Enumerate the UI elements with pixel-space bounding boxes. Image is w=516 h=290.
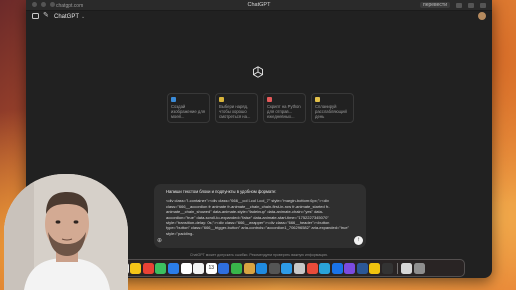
suggestion-text: Спланируй расслабляющий день [315,104,347,119]
dock-app-icon-3[interactable] [142,262,154,274]
dock-mid-app-icon-6[interactable] [293,262,305,274]
prompt-first-line: Напиши текстом блоки и подпункты в удобн… [166,189,277,194]
new-chat-icon[interactable]: ✎ [43,12,49,20]
dock-mid-app-icon-11[interactable] [356,262,368,274]
macos-dock: 13 [100,259,465,277]
dock-right-app-icon-0[interactable] [401,262,413,274]
suggestion-card[interactable]: Скрипт на Python для отправ... ежедневны… [263,93,306,123]
dock-app-icon-7[interactable] [193,262,205,274]
dock-mid-app-icon-0[interactable] [218,262,230,274]
browser-titlebar: chatgpt.com ChatGPT перевести [26,0,492,11]
suggestion-card[interactable]: Выбери наряд, чтобы хорошо смотреться на… [215,93,258,123]
dock-mid-app-icon-10[interactable] [344,262,356,274]
suggestion-card[interactable]: Создай изображение для моей... [167,93,210,123]
suggestion-card[interactable]: Спланируй расслабляющий день [311,93,354,123]
openai-logo-icon [252,66,264,78]
suggestion-text: Выбери наряд, чтобы хорошо смотреться на… [219,104,251,119]
dock-app-icon-4[interactable] [155,262,167,274]
dock-app-icon-5[interactable] [167,262,179,274]
extension-icon[interactable] [456,2,462,8]
suggestion-icon [219,97,224,102]
composer-text[interactable]: Напиши текстом блоки и подпункты в удобн… [166,189,352,236]
avatar[interactable] [478,12,486,20]
dock-mid-app-icon-8[interactable] [319,262,331,274]
app-header: ✎ ChatGPT ⌄ [26,11,492,23]
webcam-overlay [4,174,128,290]
dock-mid-app-icon-13[interactable] [382,262,394,274]
dock-mid-app-icon-1[interactable] [230,262,242,274]
sidebar-toggle-icon[interactable] [32,13,39,19]
dock-mid-app-icon-2[interactable] [243,262,255,274]
send-button[interactable]: ↑ [354,236,363,245]
suggestion-text: Скрипт на Python для отправ... ежедневны… [267,104,301,119]
tab-translate[interactable]: перевести [419,2,450,8]
model-selector[interactable]: ChatGPT ⌄ [54,13,85,21]
share-icon[interactable] [468,2,474,8]
dock-mid-app-icon-5[interactable] [281,262,293,274]
dock-mid-app-icon-12[interactable] [369,262,381,274]
suggestion-icon [267,97,272,102]
dock-divider [396,262,398,274]
attach-icon[interactable]: ⊕ [157,237,162,244]
dock-mid-app-icon-7[interactable] [306,262,318,274]
model-name: ChatGPT [54,13,80,20]
calendar-app-icon[interactable]: 13 [205,262,217,274]
suggestion-icon [315,97,320,102]
browser-toolbar-right: перевести [419,2,486,8]
dock-mid-app-icon-3[interactable] [256,262,268,274]
suggestion-text: Создай изображение для моей... [171,104,206,119]
dock-mid-app-icon-9[interactable] [331,262,343,274]
dock-mid-app-icon-4[interactable] [268,262,280,274]
dock-app-icon-6[interactable] [180,262,192,274]
suggestion-cards: Создай изображение для моей... Выбери нар… [167,93,354,123]
message-composer[interactable]: Напиши текстом блоки и подпункты в удобн… [154,184,366,248]
dock-app-icon-2[interactable] [130,262,142,274]
presenter-photo [4,174,128,290]
prompt-code: <div class="l-container"><div class="666… [166,198,350,236]
dock-right-app-icon-1[interactable] [413,262,425,274]
tabs-icon[interactable] [480,2,486,8]
chevron-down-icon: ⌄ [81,13,86,20]
suggestion-icon [171,97,176,102]
